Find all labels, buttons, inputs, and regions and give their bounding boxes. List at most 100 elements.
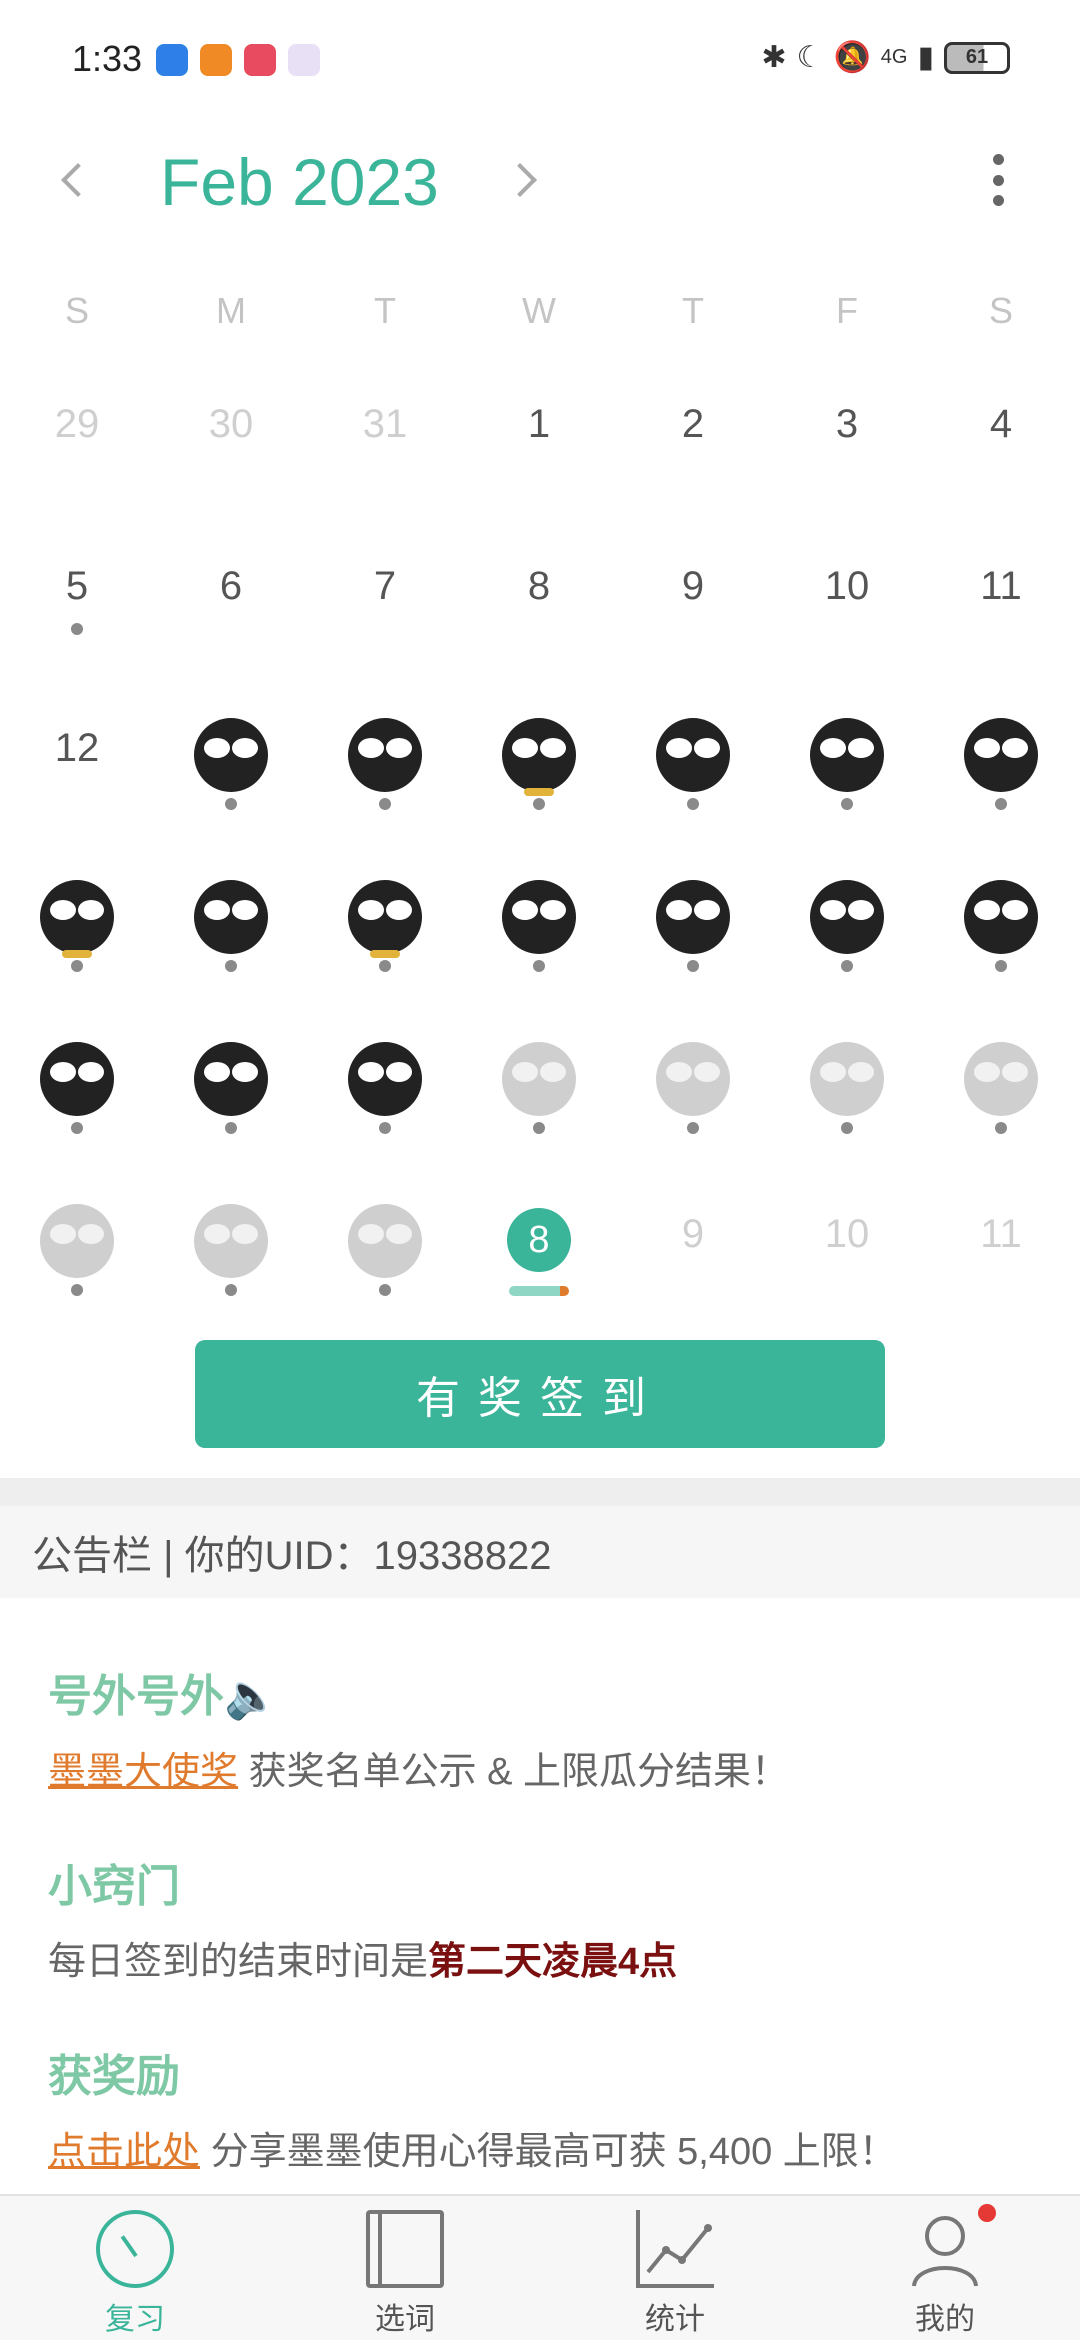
calendar-day-checked[interactable] — [770, 704, 924, 866]
calendar-day-future[interactable] — [154, 1190, 308, 1352]
calendar-day[interactable]: 10 — [770, 1190, 924, 1352]
status-time: 1:33 — [72, 38, 143, 79]
tab-review[interactable]: 复习 — [70, 2210, 200, 2338]
click-here-link[interactable]: 点击此处 — [48, 2131, 200, 2173]
calendar-day[interactable]: 10 — [770, 542, 924, 704]
calendar-day[interactable]: 11 — [924, 1190, 1078, 1352]
status-bar: 1:33 ✱ ☾ 🔕 4G ▮ 61 — [0, 0, 1080, 120]
study-dot — [71, 1122, 83, 1134]
calendar-day-checked[interactable] — [154, 704, 308, 866]
owl-icon — [964, 1042, 1038, 1116]
calendar-day-future[interactable] — [924, 1028, 1078, 1190]
calendar-day[interactable]: 4 — [924, 380, 1078, 542]
calendar-day[interactable]: 12 — [0, 704, 154, 866]
calendar-day-checked[interactable] — [924, 704, 1078, 866]
gallery-app-icon — [288, 44, 320, 76]
calendar-day-checked[interactable] — [616, 704, 770, 866]
notice-content: 号外号外🔈 墨墨大使奖 获奖名单公示 & 上限瓜分结果！ 小窍门 每日签到的结束… — [48, 1660, 1048, 2230]
calendar-day-future[interactable] — [462, 1028, 616, 1190]
calendar-day[interactable]: 1 — [462, 380, 616, 542]
calendar-day[interactable]: 8 — [462, 542, 616, 704]
status-app-icons — [156, 44, 320, 76]
calendar-day[interactable]: 2 — [616, 380, 770, 542]
weekday-label: T — [374, 290, 396, 331]
day-number: 29 — [54, 402, 100, 446]
calendar-day-today[interactable]: 8 — [462, 1190, 616, 1352]
calendar-day-checked[interactable] — [462, 704, 616, 866]
calendar-day-checked[interactable] — [0, 866, 154, 1028]
notice-highlight: 第二天凌晨4点 — [428, 1941, 678, 1983]
calendar-day[interactable]: 29 — [0, 380, 154, 542]
bell-muted-icon: 🔕 — [833, 41, 871, 74]
study-dot — [71, 623, 83, 635]
owl-icon — [348, 1042, 422, 1116]
day-number: 6 — [219, 564, 243, 608]
prev-month-button[interactable] — [38, 130, 108, 230]
tab-words[interactable]: 选词 — [340, 2210, 470, 2338]
study-dot — [995, 960, 1007, 972]
calendar-day-checked[interactable] — [924, 866, 1078, 1028]
weekday-label: S — [64, 290, 89, 331]
owl-icon — [502, 718, 576, 796]
calendar-day[interactable]: 3 — [770, 380, 924, 542]
tab-label: 我的 — [915, 2303, 975, 2336]
study-dot — [71, 960, 83, 972]
notice-line-text: 每日签到的结束时间是 — [48, 1941, 429, 1983]
calendar-day-checked[interactable] — [154, 1028, 308, 1190]
chevron-left-icon — [61, 163, 95, 197]
calendar-day-future[interactable] — [616, 1028, 770, 1190]
owl-icon — [194, 1042, 268, 1116]
owl-icon — [348, 880, 422, 958]
more-options-button[interactable] — [980, 150, 1016, 210]
study-dot — [687, 1122, 699, 1134]
ambassador-award-link[interactable]: 墨墨大使奖 — [48, 1751, 238, 1793]
calendar-day-checked[interactable] — [154, 866, 308, 1028]
tab-label: 复习 — [105, 2303, 165, 2336]
calendar-day[interactable]: 5 — [0, 542, 154, 704]
study-dot — [687, 798, 699, 810]
calendar-day-future[interactable] — [308, 1190, 462, 1352]
next-month-button[interactable] — [490, 130, 560, 230]
owl-icon — [348, 718, 422, 792]
calendar-day-checked[interactable] — [770, 866, 924, 1028]
tab-label: 选词 — [375, 2303, 435, 2336]
notice-section-title: 小窍门 — [48, 1862, 180, 1911]
day-number: 2 — [681, 402, 705, 446]
chevron-right-icon — [503, 163, 537, 197]
calendar-day-checked[interactable] — [308, 1028, 462, 1190]
study-dot — [841, 798, 853, 810]
owl-icon — [656, 880, 730, 954]
calendar-day-checked[interactable] — [616, 866, 770, 1028]
calendar-day[interactable]: 7 — [308, 542, 462, 704]
day-number: 11 — [980, 1212, 1022, 1256]
owl-icon — [656, 1042, 730, 1116]
battery-level: 61 — [965, 46, 989, 68]
calendar-day[interactable]: 9 — [616, 1190, 770, 1352]
owl-icon — [194, 1204, 268, 1278]
calendar-day[interactable]: 11 — [924, 542, 1078, 704]
day-number: 9 — [681, 564, 705, 608]
study-dot — [379, 1122, 391, 1134]
tab-stats[interactable]: 统计 — [610, 2210, 740, 2338]
status-indicators: ✱ ☾ 🔕 4G ▮ 61 — [761, 40, 1010, 75]
calendar-day[interactable]: 30 — [154, 380, 308, 542]
study-dot — [379, 1284, 391, 1296]
study-dot — [841, 960, 853, 972]
day-number: 9 — [681, 1212, 705, 1256]
study-dot — [533, 798, 545, 810]
calendar-day-future[interactable] — [0, 1190, 154, 1352]
calendar-day-checked[interactable] — [308, 704, 462, 866]
calendar-day[interactable]: 9 — [616, 542, 770, 704]
calendar-day-future[interactable] — [770, 1028, 924, 1190]
bottom-nav: 复习 选词 统计 我的 — [0, 2194, 1080, 2340]
calendar-day-checked[interactable] — [0, 1028, 154, 1190]
checkin-button[interactable]: 有奖签到 — [195, 1340, 885, 1448]
owl-icon — [40, 1042, 114, 1116]
day-number: 3 — [835, 402, 859, 446]
calendar-day-checked[interactable] — [462, 866, 616, 1028]
calendar-day[interactable]: 6 — [154, 542, 308, 704]
calendar-day-checked[interactable] — [308, 866, 462, 1028]
tab-me[interactable]: 我的 — [880, 2210, 1010, 2338]
calendar-day[interactable]: 31 — [308, 380, 462, 542]
study-dot — [71, 1284, 83, 1296]
